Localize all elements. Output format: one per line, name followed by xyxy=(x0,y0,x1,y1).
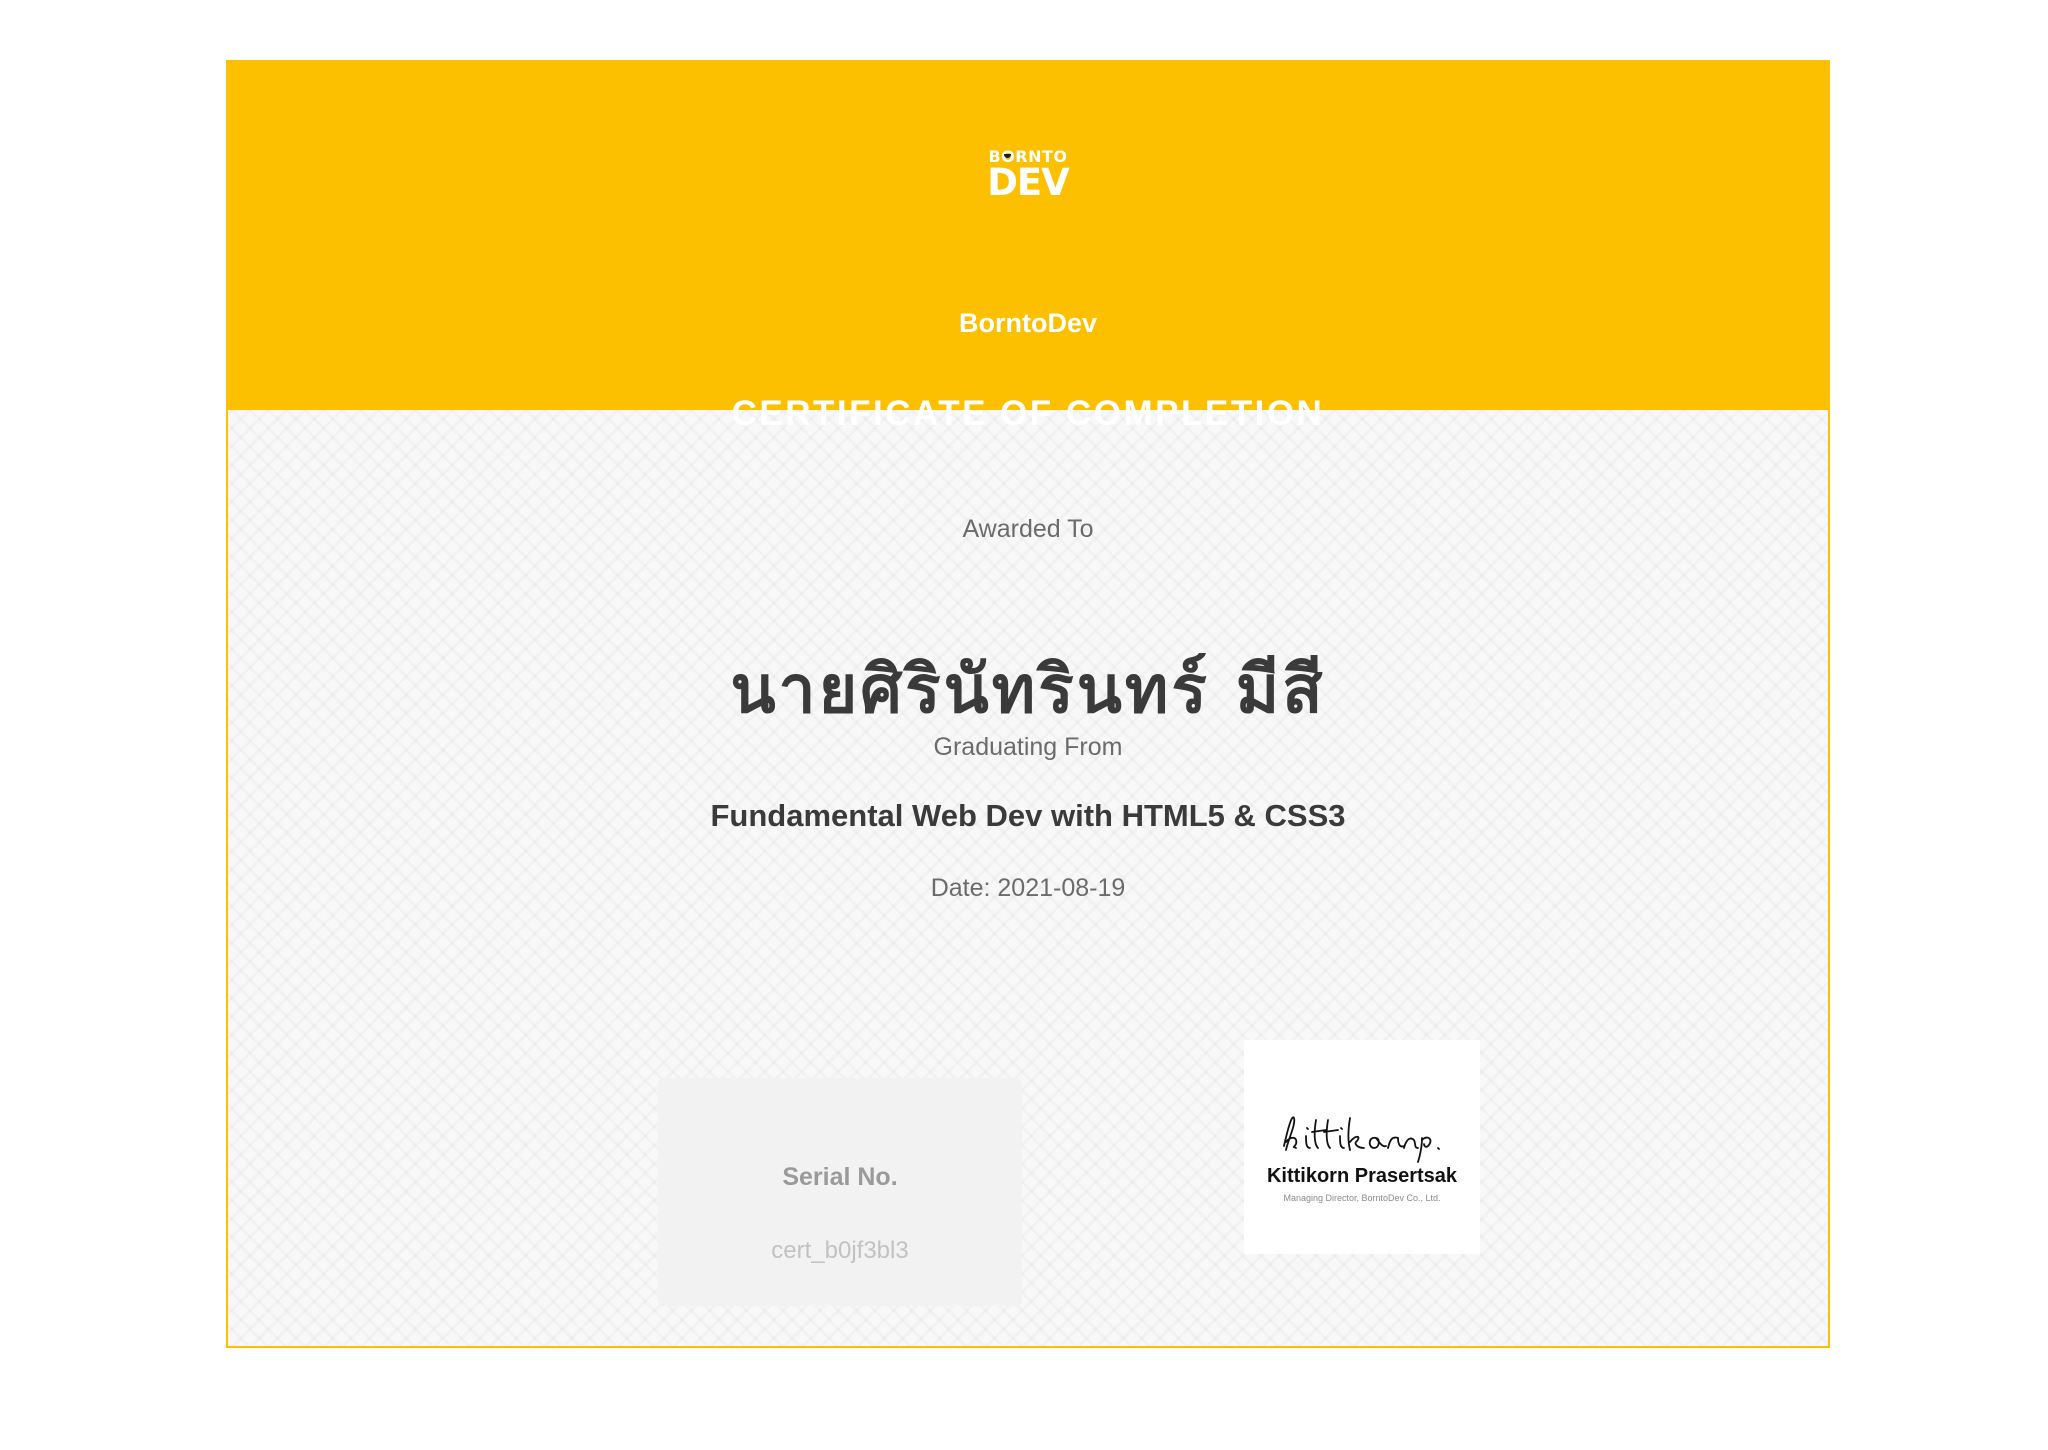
graduating-from-label: Graduating From xyxy=(933,733,1123,761)
serial-number-label: Serial No. xyxy=(782,1163,898,1191)
recipient-name: นายศิรินัทรินทร์ มีสี xyxy=(730,651,1326,728)
handwritten-signature xyxy=(1283,1116,1440,1163)
borntodev-logo: BORNTO DEV xyxy=(983,148,1073,204)
signer-role: Managing Director, BorntoDev Co., Ltd. xyxy=(1283,1193,1441,1203)
organization-name: BorntoDev xyxy=(958,308,1097,338)
certificate-header: BORNTO DEV BorntoDev CERTIFICATE OF COMP… xyxy=(228,62,1828,433)
signature-card: Kittikorn Prasertsak Managing Director, … xyxy=(1244,1040,1480,1254)
serial-number-box: Serial No. cert_b0jf3bl3 xyxy=(658,1078,1022,1306)
signer-name: Kittikorn Prasertsak xyxy=(1266,1165,1458,1187)
awarded-to-label: Awarded To xyxy=(962,515,1094,543)
certificate: BORNTO DEV BorntoDev CERTIFICATE OF COMP… xyxy=(226,60,1830,1348)
course-name: Fundamental Web Dev with HTML5 & CSS3 xyxy=(710,798,1346,833)
serial-number-value: cert_b0jf3bl3 xyxy=(771,1237,909,1264)
certificate-title: CERTIFICATE OF COMPLETION xyxy=(731,394,1325,433)
logo-bottom-text: DEV xyxy=(987,161,1070,204)
completion-date: Date: 2021-08-19 xyxy=(930,874,1126,902)
